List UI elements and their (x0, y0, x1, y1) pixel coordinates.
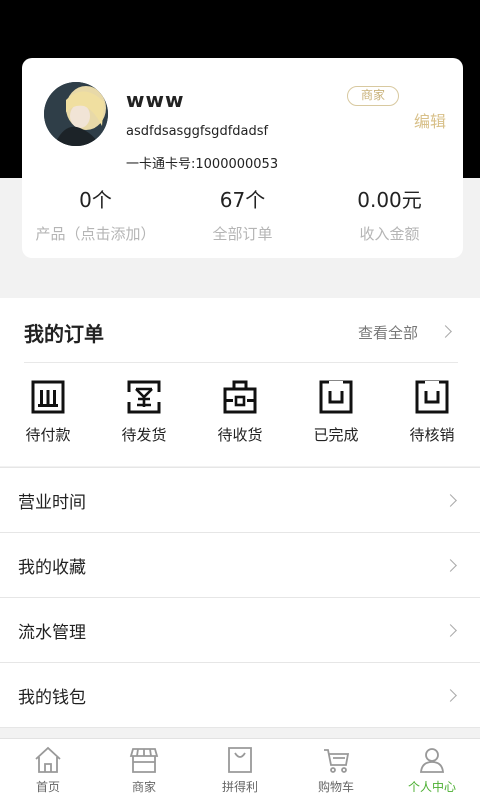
stat-label: 收入金额 (359, 225, 420, 243)
tab-cart[interactable]: 购物车 (288, 745, 384, 795)
stat-products[interactable]: 0个 产品（点击添加） (22, 184, 169, 244)
my-orders-section: 我的订单 查看全部 待付款 待发货 待收货 已完成 待核销 (0, 298, 480, 466)
menu-item-label: 营业时间 (18, 493, 86, 513)
order-label: 待收货 (217, 426, 263, 444)
menu-item-label: 我的钱包 (18, 688, 86, 708)
stat-label: 全部订单 (212, 225, 273, 243)
order-label: 待核销 (409, 426, 455, 444)
chevron-right-icon (444, 624, 457, 637)
chevron-right-icon (444, 494, 457, 507)
pending-receipt-icon (223, 380, 257, 414)
pending-shipment-icon (127, 380, 161, 414)
order-label: 待发货 (121, 426, 167, 444)
pending-verification-icon (415, 380, 449, 414)
bottom-tab-bar: 首页 商家 拼得利 购物车 个人中心 (0, 738, 480, 801)
tab-home[interactable]: 首页 (0, 745, 96, 795)
tab-profile[interactable]: 个人中心 (384, 745, 480, 795)
profile-card: www 商家 编辑 asdfdsasggfsgdfdadsf 一卡通卡号:100… (22, 58, 463, 258)
chevron-right-icon (444, 689, 457, 702)
menu-item-label: 我的收藏 (18, 558, 86, 578)
username: www (126, 88, 185, 112)
edit-button[interactable]: 编辑 (414, 108, 446, 132)
menu-item-business-hours[interactable]: 营业时间 (0, 468, 480, 532)
tab-label: 首页 (35, 780, 60, 794)
tab-shop[interactable]: 商家 (96, 745, 192, 795)
tab-label: 购物车 (317, 780, 354, 794)
shop-icon (129, 748, 159, 773)
order-pending-payment[interactable]: 待付款 (0, 380, 96, 445)
menu-item-transactions[interactable]: 流水管理 (0, 598, 480, 662)
account-name: asdfdsasggfsgdfdadsf (126, 124, 269, 139)
orders-title: 我的订单 (24, 322, 104, 346)
menu-item-favorites[interactable]: 我的收藏 (0, 533, 480, 597)
order-pending-receipt[interactable]: 待收货 (192, 380, 288, 445)
order-pending-shipment[interactable]: 待发货 (96, 380, 192, 445)
card-number: 一卡通卡号:1000000053 (126, 157, 279, 172)
stat-label: 产品（点击添加） (35, 225, 156, 243)
order-pending-verification[interactable]: 待核销 (384, 380, 480, 445)
stat-value: 0个 (79, 188, 112, 212)
tab-label: 商家 (131, 780, 156, 794)
bag-icon (228, 747, 252, 773)
divider (24, 362, 458, 363)
menu-item-wallet[interactable]: 我的钱包 (0, 663, 480, 727)
order-label: 待付款 (25, 426, 71, 444)
cart-icon (324, 749, 350, 773)
stat-orders[interactable]: 67个 全部订单 (169, 184, 316, 244)
person-icon (420, 748, 444, 773)
pending-payment-icon (31, 380, 65, 414)
completed-icon (319, 380, 353, 414)
stat-income[interactable]: 0.00元 收入金额 (316, 184, 463, 244)
view-all-label: 查看全部 (358, 324, 419, 342)
menu-item-label: 流水管理 (18, 623, 86, 643)
avatar[interactable] (44, 82, 108, 146)
stat-value: 0.00元 (357, 188, 422, 212)
tab-label: 拼得利 (221, 780, 258, 794)
home-icon (35, 746, 61, 773)
divider (0, 727, 480, 728)
merchant-badge: 商家 (347, 86, 399, 106)
order-completed[interactable]: 已完成 (288, 380, 384, 445)
order-label: 已完成 (313, 426, 359, 444)
chevron-right-icon (444, 559, 457, 572)
tab-pindeli[interactable]: 拼得利 (192, 745, 288, 795)
tab-label: 个人中心 (407, 780, 456, 794)
stat-value: 67个 (219, 188, 266, 212)
chevron-right-icon (439, 325, 452, 338)
